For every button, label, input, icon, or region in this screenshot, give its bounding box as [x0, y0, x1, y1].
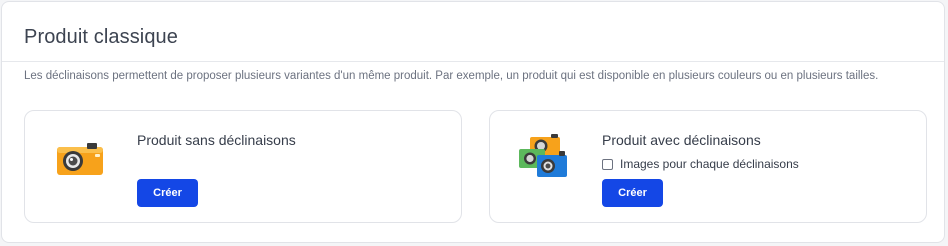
images-per-variant-checkbox[interactable] — [602, 158, 613, 170]
section-divider — [2, 61, 944, 62]
section-title: Produit classique — [24, 26, 179, 48]
section-description: Les déclinaisons permettent de proposer … — [24, 70, 879, 82]
card-variant-title: Produit avec déclinaisons — [602, 132, 761, 148]
multi-color-cameras-icon — [517, 133, 571, 181]
card-simple-title: Produit sans déclinaisons — [137, 132, 296, 148]
orange-camera-icon — [55, 141, 105, 177]
create-simple-product-button[interactable]: Créer — [137, 179, 198, 207]
images-per-variant-option[interactable]: Images pour chaque déclinaisons — [602, 157, 799, 171]
card-variant-product: Produit avec déclinaisons Images pour ch… — [489, 110, 927, 223]
product-type-panel: Produit classique Les déclinaisons perme… — [1, 1, 945, 243]
create-variant-product-button[interactable]: Créer — [602, 179, 663, 207]
images-per-variant-label: Images pour chaque déclinaisons — [620, 157, 799, 171]
card-simple-product: Produit sans déclinaisons Créer — [24, 110, 462, 223]
